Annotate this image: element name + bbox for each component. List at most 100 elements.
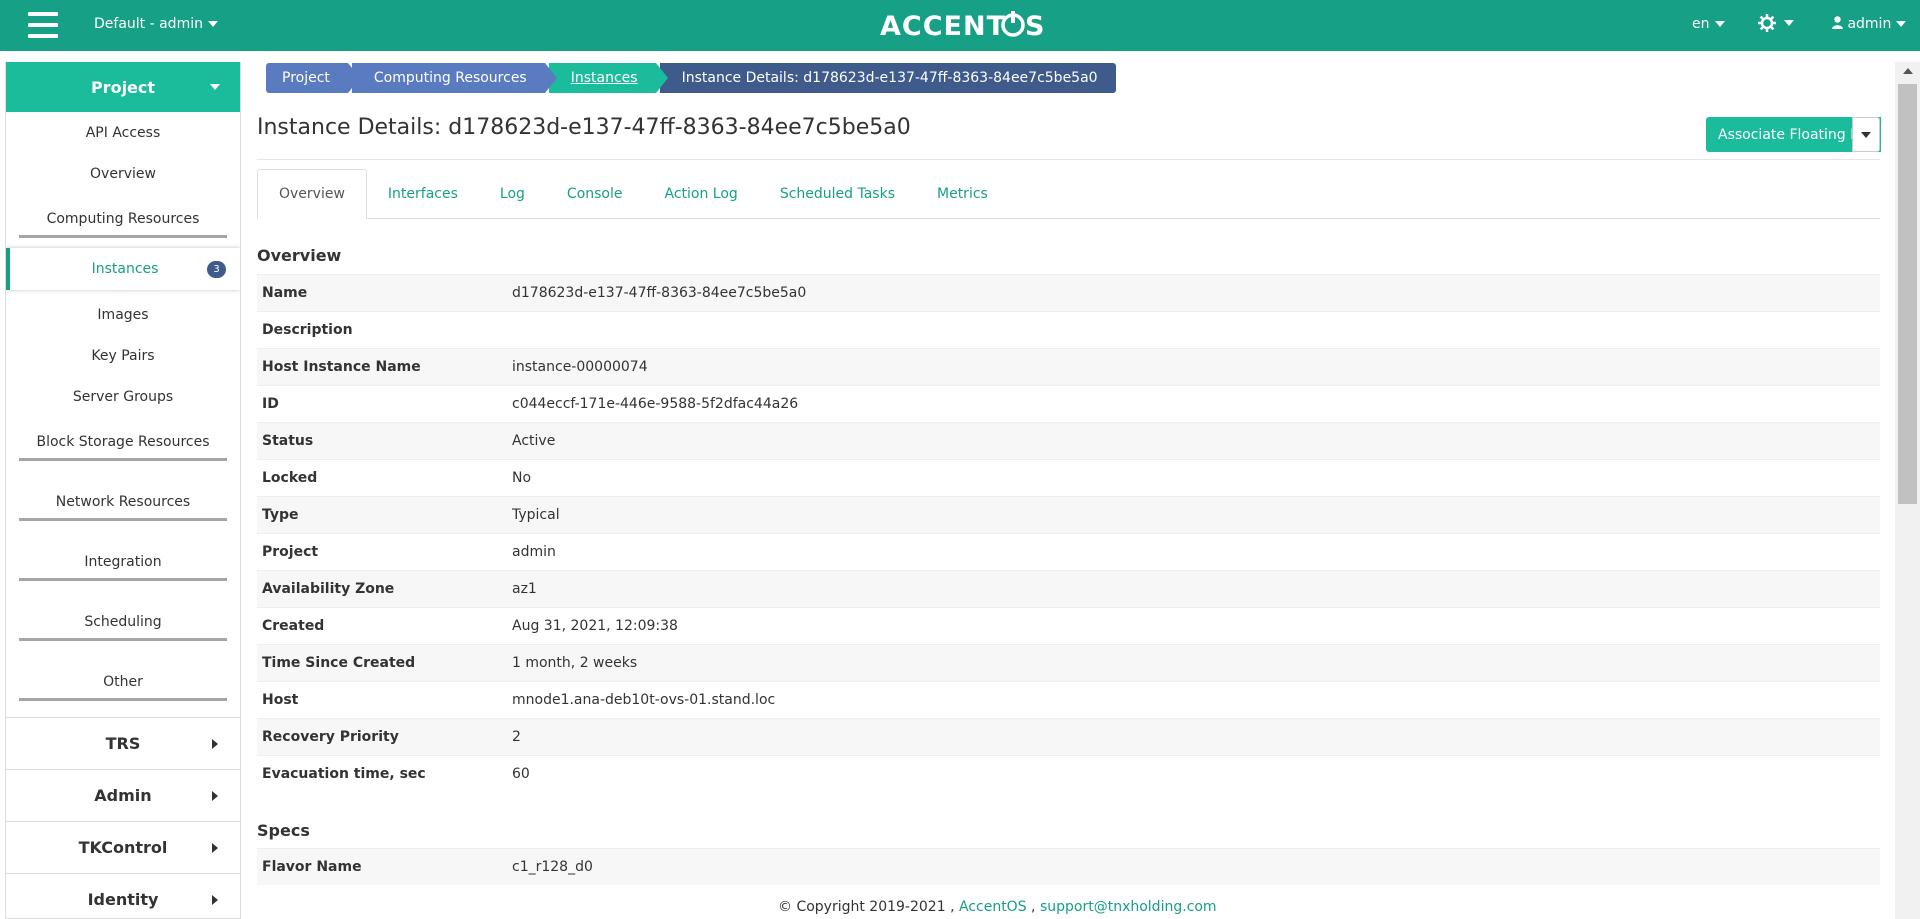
user-menu[interactable]: admin [1832,16,1907,32]
overview-details: Name d178623d-e137-47ff-8363-84ee7c5be5a0… [257,274,1880,792]
detail-value: c044eccf-171e-446e-9588-5f2dfac44a26 [512,396,799,412]
sidebar-section-label: TRS [105,734,141,753]
sidebar-item-api-access[interactable]: API Access [6,112,240,153]
sidebar-section-trs[interactable]: TRS [6,717,240,769]
detail-row: Project admin [257,533,1880,570]
tab-metrics[interactable]: Metrics [916,169,1009,219]
sidebar-item-images[interactable]: Images [6,294,240,335]
breadcrumb-computing-resources[interactable]: Computing Resources [351,63,557,93]
support-email-link[interactable]: support@tnxholding.com [1040,899,1217,915]
menu-toggle-icon[interactable] [28,12,58,38]
detail-key: Host [262,692,299,708]
scroll-up-icon[interactable] [1903,68,1913,74]
detail-row: Host Instance Name instance-00000074 [257,348,1880,385]
language-selector[interactable]: en [1692,16,1725,32]
breadcrumb-project[interactable]: Project [266,63,360,93]
footer-separator: , [1031,899,1036,915]
chevron-down-icon [1861,131,1871,138]
gear-icon [1758,14,1776,32]
detail-value: c1_r128_d0 [512,859,593,875]
detail-row: Availability Zone az1 [257,570,1880,607]
sidebar: Project API Access Overview Computing Re… [5,62,241,919]
footer: © Copyright 2019-2021 , AccentOS , suppo… [778,899,1217,915]
sidebar-section-label: Admin [94,786,152,805]
tab-scheduled-tasks[interactable]: Scheduled Tasks [759,169,916,219]
breadcrumb: Project Computing Resources Instances In… [266,63,1120,93]
sidebar-item-overview[interactable]: Overview [6,153,240,194]
detail-value: 2 [512,729,521,745]
caret-right-icon [212,843,218,853]
sidebar-item-server-groups[interactable]: Server Groups [6,376,240,417]
breadcrumb-current: Instance Details: d178623d-e137-47ff-836… [659,63,1116,93]
chevron-down-icon [207,21,218,27]
chevron-down-icon [1784,20,1794,26]
detail-value: d178623d-e137-47ff-8363-84ee7c5be5a0 [512,285,807,301]
tab-log[interactable]: Log [479,169,546,219]
scrollbar-thumb[interactable] [1898,84,1917,504]
sidebar-group-scheduling[interactable]: Scheduling [6,597,240,647]
detail-row: Name d178623d-e137-47ff-8363-84ee7c5be5a0 [257,274,1880,311]
detail-row: Description [257,311,1880,348]
project-switcher[interactable]: Default - admin [94,16,218,32]
breadcrumb-instances[interactable]: Instances [548,63,668,93]
caret-right-icon [212,791,218,801]
detail-key: Availability Zone [262,581,395,597]
detail-key: ID [262,396,279,412]
sidebar-item-instances[interactable]: Instances 3 [6,248,240,290]
caret-right-icon [212,739,218,749]
specs-details: Flavor Name c1_r128_d0 [257,848,1880,885]
chevron-down-icon [210,84,220,90]
detail-row: Time Since Created 1 month, 2 weeks [257,644,1880,681]
detail-key: Type [262,507,299,523]
svg-text:ACCENT: ACCENT [880,11,1006,42]
detail-value: 1 month, 2 weeks [512,655,638,671]
sidebar-group-computing-resources[interactable]: Computing Resources [6,194,240,244]
detail-value: Aug 31, 2021, 12:09:38 [512,618,678,634]
user-name: admin [1847,16,1892,32]
sidebar-section-tkcontrol[interactable]: TKControl [6,821,240,873]
sidebar-group-integration[interactable]: Integration [6,537,240,587]
top-navbar: Default - admin ACCENT S en admin [0,0,1920,51]
detail-value: 60 [512,766,530,782]
tab-overview[interactable]: Overview [257,169,367,219]
page-title: Instance Details: d178623d-e137-47ff-836… [257,115,911,140]
detail-value: Active [512,433,556,449]
detail-value: Typical [512,507,560,523]
detail-key: Flavor Name [262,859,362,875]
specs-section-title: Specs [257,821,310,840]
tab-interfaces[interactable]: Interfaces [367,169,479,219]
chevron-down-icon [1896,21,1907,27]
sidebar-project-toggle[interactable]: Project [6,62,240,112]
accentos-link[interactable]: AccentOS [959,899,1027,915]
detail-row: Created Aug 31, 2021, 12:09:38 [257,607,1880,644]
tab-action-log[interactable]: Action Log [644,169,759,219]
detail-row: Host mnode1.ana-deb10t-ovs-01.stand.loc [257,681,1880,718]
actions-dropdown-toggle[interactable] [1852,117,1880,152]
copyright-text: © Copyright 2019-2021 , [778,899,955,915]
sidebar-group-block-storage[interactable]: Block Storage Resources [6,417,240,467]
accentos-logo: ACCENT S [880,11,1044,42]
detail-value: admin [512,544,556,560]
tab-console[interactable]: Console [546,169,644,219]
sidebar-group-network-resources[interactable]: Network Resources [6,477,240,527]
sidebar-project-label: Project [90,77,156,97]
detail-row: Evacuation time, sec 60 [257,755,1880,792]
detail-key: Name [262,285,308,301]
page-scrollbar[interactable] [1895,62,1920,919]
detail-key: Evacuation time, sec [262,766,426,782]
sidebar-section-label: Identity [87,890,159,909]
detail-row: Recovery Priority 2 [257,718,1880,755]
detail-key: Created [262,618,325,634]
sidebar-item-key-pairs[interactable]: Key Pairs [6,335,240,376]
sidebar-group-other[interactable]: Other [6,657,240,707]
detail-key: Time Since Created [262,655,416,671]
detail-value: mnode1.ana-deb10t-ovs-01.stand.loc [512,692,776,708]
detail-row: Status Active [257,422,1880,459]
sidebar-section-admin[interactable]: Admin [6,769,240,821]
sidebar-section-identity[interactable]: Identity [6,873,240,918]
detail-key: Locked [262,470,318,486]
divider [257,159,1880,160]
detail-key: Project [262,544,319,560]
theme-selector[interactable] [1758,14,1794,32]
project-switcher-label: Default - admin [94,16,203,32]
